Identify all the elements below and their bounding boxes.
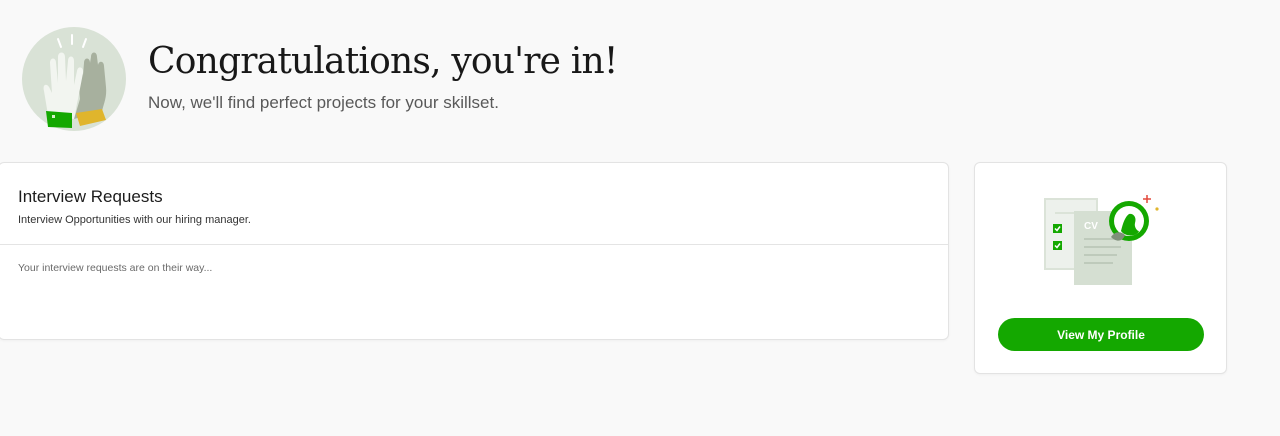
- view-my-profile-button[interactable]: View My Profile: [998, 318, 1204, 351]
- interview-requests-card: Interview Requests Interview Opportuniti…: [0, 162, 949, 340]
- cv-illustration: CV: [1044, 195, 1159, 285]
- empty-state-message: Your interview requests are on their way…: [18, 262, 213, 274]
- interview-requests-subtitle: Interview Opportunities with our hiring …: [18, 214, 251, 226]
- cv-label: CV: [1084, 221, 1098, 232]
- card-header: Interview Requests Interview Opportuniti…: [0, 163, 948, 245]
- profile-card: CV View My Profile: [974, 162, 1227, 374]
- page-subtitle: Now, we'll find perfect projects for you…: [148, 93, 499, 112]
- high-five-illustration: [22, 27, 126, 131]
- page-title: Congratulations, you're in!: [148, 41, 618, 82]
- interview-requests-title: Interview Requests: [18, 187, 163, 206]
- page: Congratulations, you're in! Now, we'll f…: [0, 0, 1280, 436]
